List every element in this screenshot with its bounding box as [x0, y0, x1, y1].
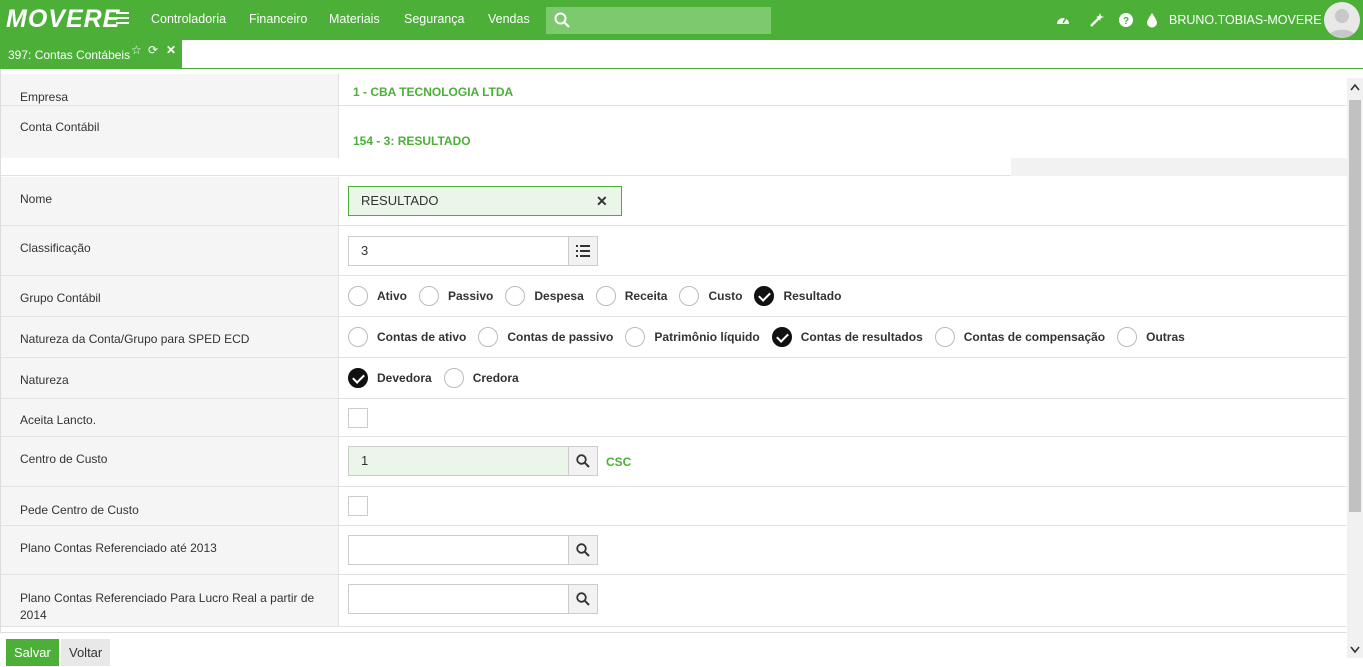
conta-value: 154 - 3: RESULTADO	[353, 134, 471, 148]
drop-icon[interactable]	[1144, 12, 1160, 28]
classificacao-label: Classificação	[20, 241, 91, 255]
top-navbar: MOVERE Controladoria Financeiro Materiai…	[0, 0, 1363, 40]
radio-devedora[interactable]: Devedora	[348, 368, 432, 388]
radio-contas-passivo[interactable]: Contas de passivo	[478, 327, 613, 347]
radio-outras[interactable]: Outras	[1117, 327, 1185, 347]
menu-materiais[interactable]: Materiais	[329, 12, 380, 26]
natureza-radio-group: Devedora Credora	[348, 368, 531, 388]
user-name[interactable]: BRUNO.TOBIAS-MOVERE	[1169, 13, 1322, 27]
row-aceita-lancto: Aceita Lancto.	[1, 399, 1347, 437]
row-natureza-sped: Natureza da Conta/Grupo para SPED ECD Co…	[1, 317, 1347, 358]
aceita-label: Aceita Lancto.	[20, 413, 97, 427]
radio-ativo[interactable]: Ativo	[348, 286, 407, 306]
section-spacer	[1, 158, 1347, 176]
row-plano-2014: Plano Contas Referenciado Para Lucro Rea…	[1, 575, 1347, 627]
row-natureza: Natureza Devedora Credora	[1, 358, 1347, 399]
empresa-value: 1 - CBA TECNOLOGIA LTDA	[353, 85, 514, 99]
radio-passivo[interactable]: Passivo	[419, 286, 493, 306]
radio-patrimonio-liquido[interactable]: Patrimônio líquido	[625, 327, 760, 347]
plano2013-label: Plano Contas Referenciado até 2013	[20, 541, 217, 555]
form-panel: Empresa 1 - CBA TECNOLOGIA LTDA Conta Co…	[0, 69, 1347, 632]
aceita-checkbox[interactable]	[348, 408, 368, 428]
radio-custo[interactable]: Custo	[679, 286, 742, 306]
search-icon	[554, 12, 570, 28]
help-icon[interactable]: ?	[1118, 12, 1134, 28]
radio-contas-resultados[interactable]: Contas de resultados	[771, 327, 923, 347]
scroll-up-icon[interactable]	[1350, 83, 1360, 91]
radio-despesa[interactable]: Despesa	[505, 286, 584, 306]
search-icon	[576, 592, 590, 606]
row-grupo-contabil: Grupo Contábil Ativo Passivo Despesa Rec…	[1, 276, 1347, 317]
plano2014-label: Plano Contas Referenciado Para Lucro Rea…	[20, 591, 315, 622]
list-button[interactable]	[568, 236, 598, 266]
radio-contas-ativo[interactable]: Contas de ativo	[348, 327, 466, 347]
radio-receita[interactable]: Receita	[595, 286, 667, 306]
dashboard-icon[interactable]	[1055, 12, 1071, 28]
star-icon[interactable]: ☆	[131, 43, 142, 57]
centro-search-button[interactable]	[568, 446, 598, 476]
nome-input[interactable]: RESULTADO	[348, 186, 622, 216]
row-classificacao: Classificação 3	[1, 226, 1347, 276]
grupo-radio-group: Ativo Passivo Despesa Receita Custo Resu…	[348, 286, 853, 306]
menu-financeiro[interactable]: Financeiro	[249, 12, 307, 26]
centro-input[interactable]: 1	[348, 446, 569, 476]
centro-desc: CSC	[606, 455, 632, 469]
magic-wand-icon[interactable]	[1088, 12, 1104, 28]
row-empresa: Empresa 1 - CBA TECNOLOGIA LTDA	[1, 74, 1347, 106]
save-button[interactable]: Salvar	[6, 639, 59, 666]
nome-label: Nome	[20, 192, 53, 206]
natureza-sped-label: Natureza da Conta/Grupo para SPED ECD	[20, 332, 250, 346]
radio-resultado[interactable]: Resultado	[754, 286, 841, 306]
row-nome: Nome RESULTADO ✕	[1, 177, 1347, 226]
global-search-input[interactable]	[546, 7, 771, 34]
pede-centro-label: Pede Centro de Custo	[20, 503, 139, 517]
grupo-label: Grupo Contábil	[20, 291, 101, 305]
row-plano-2013: Plano Contas Referenciado até 2013	[1, 526, 1347, 575]
vertical-scrollbar[interactable]	[1347, 78, 1363, 658]
menu-toggle-icon[interactable]	[116, 12, 129, 26]
app-logo[interactable]: MOVERE	[6, 5, 120, 34]
search-icon	[576, 543, 590, 557]
menu-controladoria[interactable]: Controladoria	[151, 12, 226, 26]
natureza-sped-radio-group: Contas de ativo Contas de passivo Patrim…	[348, 327, 1197, 347]
clear-icon[interactable]: ✕	[596, 193, 608, 210]
menu-vendas[interactable]: Vendas	[488, 12, 530, 26]
tab-contas-contabeis[interactable]: 397: Contas Contábeis ☆ ⟳ ✕	[0, 40, 182, 68]
menu-seguranca[interactable]: Segurança	[404, 12, 464, 26]
avatar[interactable]	[1324, 2, 1360, 38]
svg-text:?: ?	[1123, 16, 1129, 27]
conta-label: Conta Contábil	[20, 120, 100, 134]
plano2014-search-button[interactable]	[568, 584, 598, 614]
radio-credora[interactable]: Credora	[443, 368, 519, 388]
back-button[interactable]: Voltar	[61, 639, 111, 666]
scrollbar-thumb[interactable]	[1349, 100, 1361, 512]
centro-label: Centro de Custo	[20, 452, 108, 466]
pede-centro-checkbox[interactable]	[348, 496, 368, 516]
form-footer: Salvar Voltar	[0, 632, 1347, 667]
refresh-icon[interactable]: ⟳	[148, 43, 158, 57]
list-icon	[576, 245, 590, 257]
radio-contas-compensacao[interactable]: Contas de compensação	[934, 327, 1105, 347]
close-icon[interactable]: ✕	[166, 43, 176, 57]
plano2013-search-button[interactable]	[568, 535, 598, 565]
row-pede-centro: Pede Centro de Custo	[1, 487, 1347, 526]
tab-title: 397: Contas Contábeis	[8, 48, 131, 62]
row-conta-contabil: Conta Contábil 154 - 3: RESULTADO	[1, 106, 1347, 158]
search-icon	[576, 454, 590, 468]
scroll-down-icon[interactable]	[1350, 646, 1360, 654]
natureza-label: Natureza	[20, 373, 69, 387]
plano2013-input[interactable]	[348, 535, 569, 565]
row-centro-custo: Centro de Custo 1 CSC	[1, 437, 1347, 487]
empresa-label: Empresa	[20, 90, 69, 104]
plano2014-input[interactable]	[348, 584, 569, 614]
classificacao-input[interactable]: 3	[348, 236, 569, 266]
